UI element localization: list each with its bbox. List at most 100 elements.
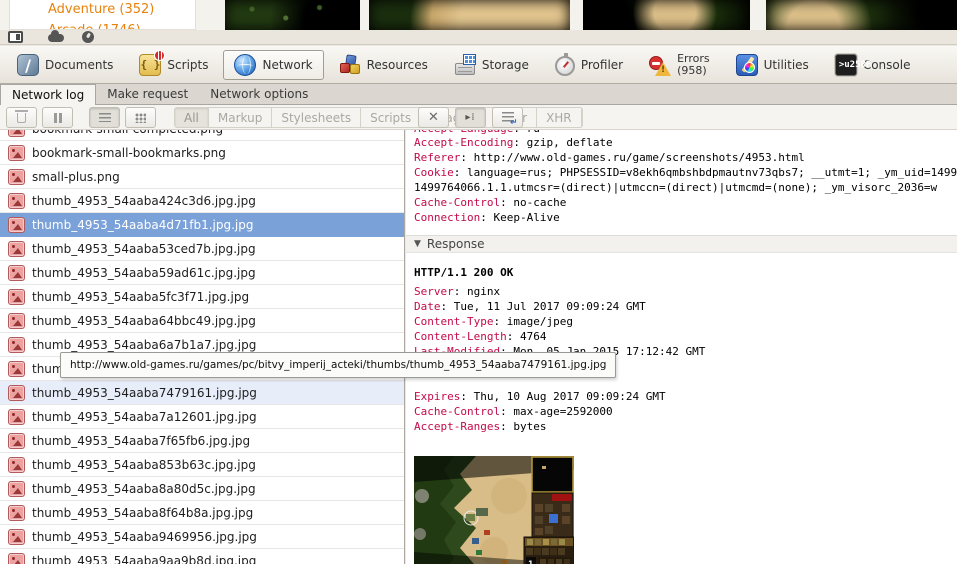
list-item[interactable]: thumb_4953_54aaba59ad61c.jpg.jpg — [0, 261, 404, 285]
game-screenshot-thumb[interactable] — [225, 0, 360, 30]
image-file-icon — [8, 241, 25, 257]
header-line: Accept-Encoding: gzip, deflate — [406, 135, 957, 150]
subtab-network-log[interactable]: Network log — [0, 84, 96, 105]
tab-resources[interactable]: Resources — [328, 50, 439, 80]
request-detail-panel: Accept-Language: ru Accept-Encoding: gzi… — [406, 130, 957, 564]
response-section-header[interactable]: ▼ Response — [406, 235, 957, 253]
devtools-titlebar — [0, 30, 957, 45]
terminal-icon — [835, 54, 857, 76]
header-line: Expires: Thu, 10 Aug 2017 09:09:24 GMT — [406, 389, 957, 404]
header-line: Cache-Control: no-cache — [406, 195, 957, 210]
tab-console[interactable]: Console — [824, 50, 922, 80]
request-list: bookmark-small-completed.pngbookmark-sma… — [0, 130, 404, 564]
tab-network[interactable]: Network — [223, 50, 323, 80]
tab-profiler[interactable]: Profiler — [544, 50, 634, 80]
image-file-icon — [8, 169, 25, 185]
grid-view-icon — [135, 113, 146, 123]
filter-stylesheets[interactable]: Stylesheets — [272, 108, 361, 127]
list-item[interactable]: thumb_4953_54aaba53ced7b.jpg.jpg — [0, 237, 404, 261]
clipped-header-line: Accept-Language: ru — [406, 130, 957, 135]
dock-panel-icon[interactable] — [8, 31, 23, 43]
headers-view-icon — [502, 112, 514, 124]
tab-storage[interactable]: Storage — [443, 50, 540, 80]
raw-view-button[interactable] — [492, 107, 523, 128]
request-filename: thumb_4953_54aaba6a7b1a7.jpg.jpg — [32, 338, 256, 352]
image-file-icon — [8, 130, 25, 137]
tab-label: Resources — [367, 58, 428, 72]
game-screenshot-thumb[interactable] — [369, 0, 570, 30]
panel-toolbars: AllMarkupStylesheetsScriptsImagesOtherXH… — [0, 105, 957, 130]
request-filename: thumb_4953_54aaba53ced7b.jpg.jpg — [32, 242, 256, 256]
speed-dial-icon[interactable] — [82, 31, 94, 43]
tab-scripts[interactable]: Scripts — [128, 50, 219, 80]
image-file-icon — [8, 457, 25, 473]
list-item[interactable]: thumb_4953_54aaba7a12601.jpg.jpg — [0, 405, 404, 429]
list-view-icon — [99, 113, 111, 122]
category-link-adventure[interactable]: Adventure (352) — [48, 2, 154, 17]
tab-label: Scripts — [167, 58, 208, 72]
request-filename: thumb_4953_54aaba7f65fb6.jpg.jpg — [32, 434, 250, 448]
follow-selection-button[interactable]: ▸⁞ — [455, 107, 486, 128]
follow-icon: ▸⁞ — [465, 112, 475, 123]
request-filename: thumb_4953_54aaba853b63c.jpg.jpg — [32, 458, 256, 472]
tab-errors[interactable]: ! Errors(958) — [638, 50, 721, 80]
category-list-panel: Adventure (352) Arcade (1746) — [9, 0, 196, 30]
cloud-icon[interactable] — [48, 34, 64, 42]
list-item[interactable]: thumb_4953_54aaba5fc3f71.jpg.jpg — [0, 285, 404, 309]
filter-scripts[interactable]: Scripts — [361, 108, 421, 127]
request-filename: thumb_4953_54aaba424c3d6.jpg.jpg — [32, 194, 256, 208]
filter-markup[interactable]: Markup — [209, 108, 272, 127]
close-details-button[interactable]: ✕ — [418, 107, 449, 128]
utilities-icon — [736, 54, 758, 76]
request-headers: Accept-Encoding: gzip, deflateReferer: h… — [406, 135, 957, 225]
list-item[interactable]: thumb_4953_54aaba4d71fb1.jpg.jpg — [0, 213, 404, 237]
url-tooltip: http://www.old-games.ru/games/pc/bitvy_i… — [60, 352, 616, 378]
image-file-icon — [8, 337, 25, 353]
list-item[interactable]: thumb_4953_54aaba8a80d5c.jpg.jpg — [0, 477, 404, 501]
tab-utilities[interactable]: Utilities — [725, 50, 820, 80]
filter-all[interactable]: All — [175, 108, 209, 127]
list-item[interactable]: thumb_4953_54aaba8f64b8a.jpg.jpg — [0, 501, 404, 525]
grid-view-button[interactable] — [125, 107, 156, 128]
request-filename: thumb_4953_54aaba9469956.jpg.jpg — [32, 530, 257, 544]
list-item[interactable]: bookmark-small-completed.png — [0, 130, 404, 141]
collapse-triangle-icon: ▼ — [414, 237, 421, 252]
list-view-button[interactable] — [89, 107, 120, 128]
tab-label: Utilities — [764, 58, 809, 72]
tab-label: Documents — [45, 58, 113, 72]
list-item[interactable]: small-plus.png — [0, 165, 404, 189]
category-link-partial[interactable]: Arcade (1746) — [48, 23, 141, 30]
image-file-icon — [8, 505, 25, 521]
tab-label: Storage — [482, 58, 529, 72]
globe-icon — [234, 54, 256, 76]
stopwatch-icon — [555, 56, 575, 76]
header-line: Date: Tue, 11 Jul 2017 09:09:24 GMT — [406, 299, 957, 314]
request-filename: thumb_4953_54aaba9aa9b8d.jpg.jpg — [32, 554, 256, 564]
header-line: Content-Length: 4764 — [406, 329, 957, 344]
list-item[interactable]: thumb_4953_54aaba7479161.jpg.jpg — [0, 381, 404, 405]
subtab-make-request[interactable]: Make request — [96, 84, 199, 104]
status-line: HTTP/1.1 200 OK — [406, 265, 957, 280]
list-item[interactable]: bookmark-small-bookmarks.png — [0, 141, 404, 165]
clear-log-button[interactable] — [6, 107, 37, 128]
list-item[interactable]: thumb_4953_54aaba64bbc49.jpg.jpg — [0, 309, 404, 333]
list-item[interactable]: thumb_4953_54aaba853b63c.jpg.jpg — [0, 453, 404, 477]
game-screenshot-thumb[interactable] — [583, 0, 750, 30]
error-warning-icon: ! — [649, 54, 671, 76]
list-item[interactable]: thumb_4953_54aaba9469956.jpg.jpg — [0, 525, 404, 549]
image-file-icon — [8, 481, 25, 497]
pause-log-button[interactable] — [42, 107, 73, 128]
image-file-icon — [8, 433, 25, 449]
list-item[interactable]: thumb_4953_54aaba9aa9b8d.jpg.jpg — [0, 549, 404, 564]
request-filename: thumb_4953_54aaba64bbc49.jpg.jpg — [32, 314, 256, 328]
request-filename: thumb_4953_54aaba4d71fb1.jpg.jpg — [32, 218, 253, 232]
list-item[interactable]: thumb_4953_54aaba7f65fb6.jpg.jpg — [0, 429, 404, 453]
subtab-network-options[interactable]: Network options — [199, 84, 319, 104]
list-item[interactable]: thumb_4953_54aaba424c3d6.jpg.jpg — [0, 189, 404, 213]
game-screenshot-thumb[interactable] — [766, 0, 957, 30]
filter-xhr[interactable]: XHR — [537, 108, 582, 127]
tab-documents[interactable]: Documents — [6, 50, 124, 80]
request-filename: thumb_4953_54aaba7a12601.jpg.jpg — [32, 410, 257, 424]
tab-label: Profiler — [581, 58, 623, 72]
header-line: Connection: Keep-Alive — [406, 210, 957, 225]
